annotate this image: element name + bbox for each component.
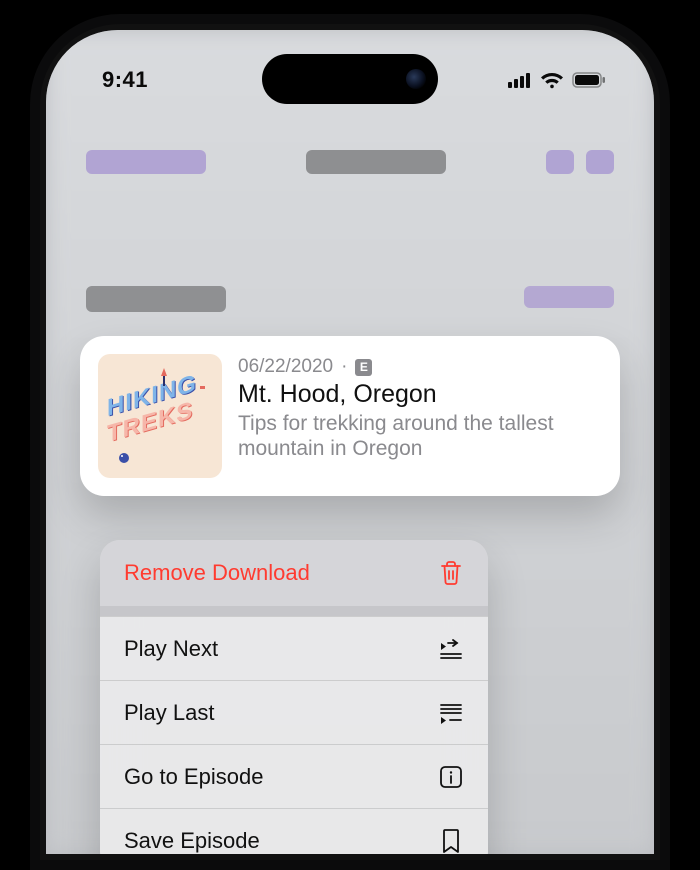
bookmark-icon xyxy=(438,828,464,854)
episode-artwork: HIKING TREKS HIKING TREKS xyxy=(98,354,222,478)
menu-item-play-next[interactable]: Play Next xyxy=(100,616,488,680)
menu-item-save-episode[interactable]: Save Episode xyxy=(100,808,488,854)
phone-bezel: 9:41 xyxy=(40,24,660,860)
menu-divider xyxy=(100,606,488,616)
info-icon xyxy=(438,764,464,790)
trash-icon xyxy=(438,560,464,586)
battery-icon xyxy=(572,72,606,88)
screen: 9:41 xyxy=(46,30,654,854)
explicit-badge: E xyxy=(355,359,372,376)
menu-item-label: Play Last xyxy=(124,700,215,726)
menu-item-play-last[interactable]: Play Last xyxy=(100,680,488,744)
meta-separator: · xyxy=(341,356,347,378)
menu-item-remove-download[interactable]: Remove Download xyxy=(100,540,488,606)
camera-lens xyxy=(406,69,426,89)
menu-item-go-to-episode[interactable]: Go to Episode xyxy=(100,744,488,808)
menu-item-label: Play Next xyxy=(124,636,218,662)
menu-item-label: Remove Download xyxy=(124,560,310,586)
menu-item-label: Go to Episode xyxy=(124,764,263,790)
phone-frame: 9:41 xyxy=(30,14,670,870)
episode-description: Tips for trekking around the tallest mou… xyxy=(238,411,602,461)
episode-card[interactable]: HIKING TREKS HIKING TREKS xyxy=(80,336,620,496)
episode-title: Mt. Hood, Oregon xyxy=(238,380,602,409)
status-time: 9:41 xyxy=(102,67,148,93)
play-next-icon xyxy=(438,636,464,662)
cellular-icon xyxy=(508,72,532,88)
episode-date: 06/22/2020 xyxy=(238,356,333,378)
menu-item-label: Save Episode xyxy=(124,828,260,854)
context-menu: Remove Download Play Next xyxy=(100,540,488,854)
blurred-section-header xyxy=(86,286,614,312)
episode-meta: 06/22/2020 · E Mt. Hood, Oregon Tips for… xyxy=(238,354,602,478)
dynamic-island xyxy=(262,54,438,104)
wifi-icon xyxy=(540,71,564,89)
blurred-nav-bar xyxy=(46,150,654,198)
play-last-icon xyxy=(438,700,464,726)
